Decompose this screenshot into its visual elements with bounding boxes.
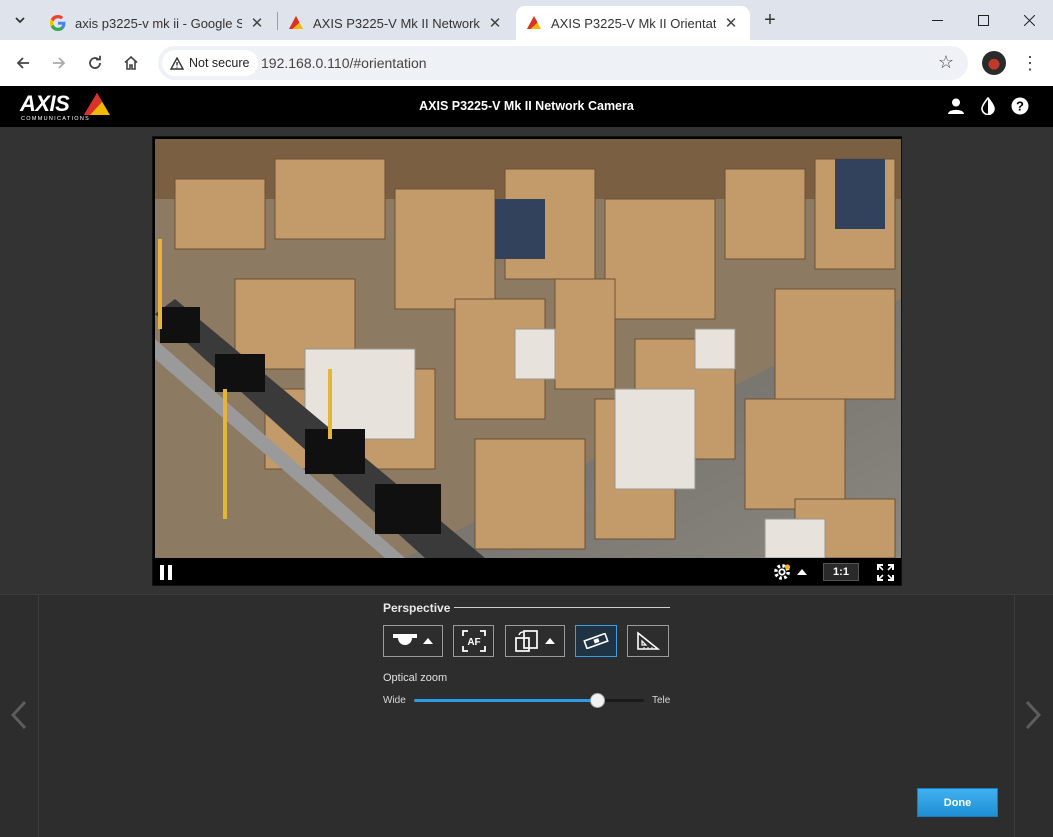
set-square-icon (637, 631, 660, 650)
tab-title: AXIS P3225-V Mk II Orientation (551, 15, 716, 31)
next-button[interactable] (1021, 695, 1045, 735)
bookmark-star-icon[interactable]: ☆ (938, 52, 954, 73)
pause-icon (160, 564, 172, 580)
reload-button[interactable] (81, 49, 109, 77)
close-icon[interactable]: ✕ (722, 14, 740, 32)
optical-zoom-label: Optical zoom (383, 672, 448, 684)
warning-icon (170, 56, 184, 70)
video-controls-bar: 1:1 (153, 558, 901, 585)
autofocus-icon: AF (461, 630, 486, 652)
new-tab-button[interactable]: + (758, 8, 782, 32)
profile-avatar[interactable] (982, 51, 1006, 75)
svg-text:?: ? (1016, 99, 1024, 114)
user-icon (948, 98, 964, 114)
autofocus-button[interactable]: AF (453, 625, 494, 657)
browser-tab-bar: axis p3225-v mk ii - Google Sea ✕ AXIS P… (0, 0, 1053, 40)
contrast-button[interactable] (978, 96, 998, 116)
fullscreen-icon (876, 563, 894, 581)
security-chip[interactable]: Not secure (162, 50, 259, 76)
optical-zoom-slider[interactable] (414, 693, 644, 708)
google-icon (50, 15, 66, 31)
droplet-icon (981, 97, 995, 115)
warehouse-image (155, 139, 901, 558)
gear-icon (774, 564, 791, 580)
kebab-menu-icon: ⋮ (1021, 52, 1039, 73)
live-video-stream[interactable] (155, 139, 901, 558)
tab-google-search[interactable]: axis p3225-v mk ii - Google Sea ✕ (40, 6, 276, 40)
video-player: 1:1 (152, 136, 902, 586)
url-text[interactable]: 192.168.0.110/#orientation (261, 55, 427, 71)
maximize-button[interactable] (960, 6, 1006, 34)
security-label: Not secure (189, 56, 250, 70)
level-tool-icon (583, 633, 609, 649)
straighten-image-button[interactable] (575, 625, 617, 657)
pause-button[interactable] (157, 563, 175, 581)
tab-search-button[interactable] (7, 8, 33, 32)
logo-subtext: COMMUNICATIONS (21, 116, 91, 122)
help-button[interactable]: ? (1010, 96, 1030, 116)
minimize-button[interactable] (914, 6, 960, 34)
close-icon[interactable]: ✕ (248, 14, 266, 32)
back-button[interactable] (9, 49, 37, 77)
done-button[interactable]: Done (917, 788, 998, 817)
close-window-button[interactable] (1006, 6, 1052, 34)
home-icon (124, 55, 138, 70)
tab-orientation[interactable]: AXIS P3225-V Mk II Orientation ✕ (516, 6, 750, 40)
minimize-icon (931, 19, 943, 21)
close-icon (1023, 14, 1035, 26)
arrow-left-icon (16, 57, 29, 69)
caret-up-icon (545, 638, 555, 644)
address-bar[interactable]: Not secure 192.168.0.110/#orientation ☆ (158, 46, 968, 80)
browser-toolbar: Not secure 192.168.0.110/#orientation ☆ … (0, 40, 1053, 86)
orientation-panel: Perspective AF Optical zoom Wide Tele Do… (0, 594, 1053, 837)
page-title: AXIS P3225-V Mk II Network Camera (419, 99, 634, 113)
tab-title: AXIS P3225-V Mk II Network Ca (313, 15, 480, 31)
rotate-image-button[interactable] (505, 625, 565, 657)
divider (454, 607, 670, 608)
caret-up-icon (797, 569, 807, 575)
perspective-heading: Perspective (383, 601, 451, 615)
divider (38, 595, 39, 837)
arrow-right-icon (53, 57, 66, 69)
chevron-right-icon (1025, 700, 1041, 730)
fullscreen-button[interactable] (875, 562, 895, 582)
zoom-tele-label: Tele (652, 695, 671, 706)
mount-position-button[interactable] (383, 625, 443, 657)
maximize-icon (977, 14, 989, 26)
af-label: AF (467, 637, 480, 648)
chevron-down-icon (15, 17, 25, 24)
browser-menu-button[interactable]: ⋮ (1020, 50, 1040, 76)
help-icon: ? (1011, 97, 1029, 115)
tab-network-camera[interactable]: AXIS P3225-V Mk II Network Ca ✕ (278, 6, 514, 40)
rotate-icon (515, 630, 538, 652)
video-area: 1:1 (0, 127, 1053, 594)
ceiling-mount-icon (393, 634, 417, 645)
reload-icon (89, 55, 101, 69)
user-button[interactable] (946, 96, 966, 116)
zoom-wide-label: Wide (383, 695, 406, 706)
caret-up-icon (423, 638, 433, 644)
axis-triangle-icon (527, 16, 541, 29)
slider-thumb[interactable] (590, 693, 605, 708)
divider (1014, 595, 1015, 837)
home-button[interactable] (117, 49, 145, 77)
tab-title: axis p3225-v mk ii - Google Sea (75, 15, 242, 31)
app-header: AXIS COMMUNICATIONS AXIS P3225-V Mk II N… (0, 86, 1053, 127)
previous-button[interactable] (7, 695, 31, 735)
aspect-ratio-button[interactable]: 1:1 (823, 563, 859, 581)
slider-fill (414, 699, 598, 702)
close-icon[interactable]: ✕ (486, 14, 504, 32)
stream-settings-button[interactable] (771, 562, 809, 582)
plus-icon: + (764, 8, 776, 31)
chevron-left-icon (11, 700, 27, 730)
axis-triangle-icon (289, 16, 303, 29)
forward-button[interactable] (45, 49, 73, 77)
perspective-correction-button[interactable] (627, 625, 669, 657)
